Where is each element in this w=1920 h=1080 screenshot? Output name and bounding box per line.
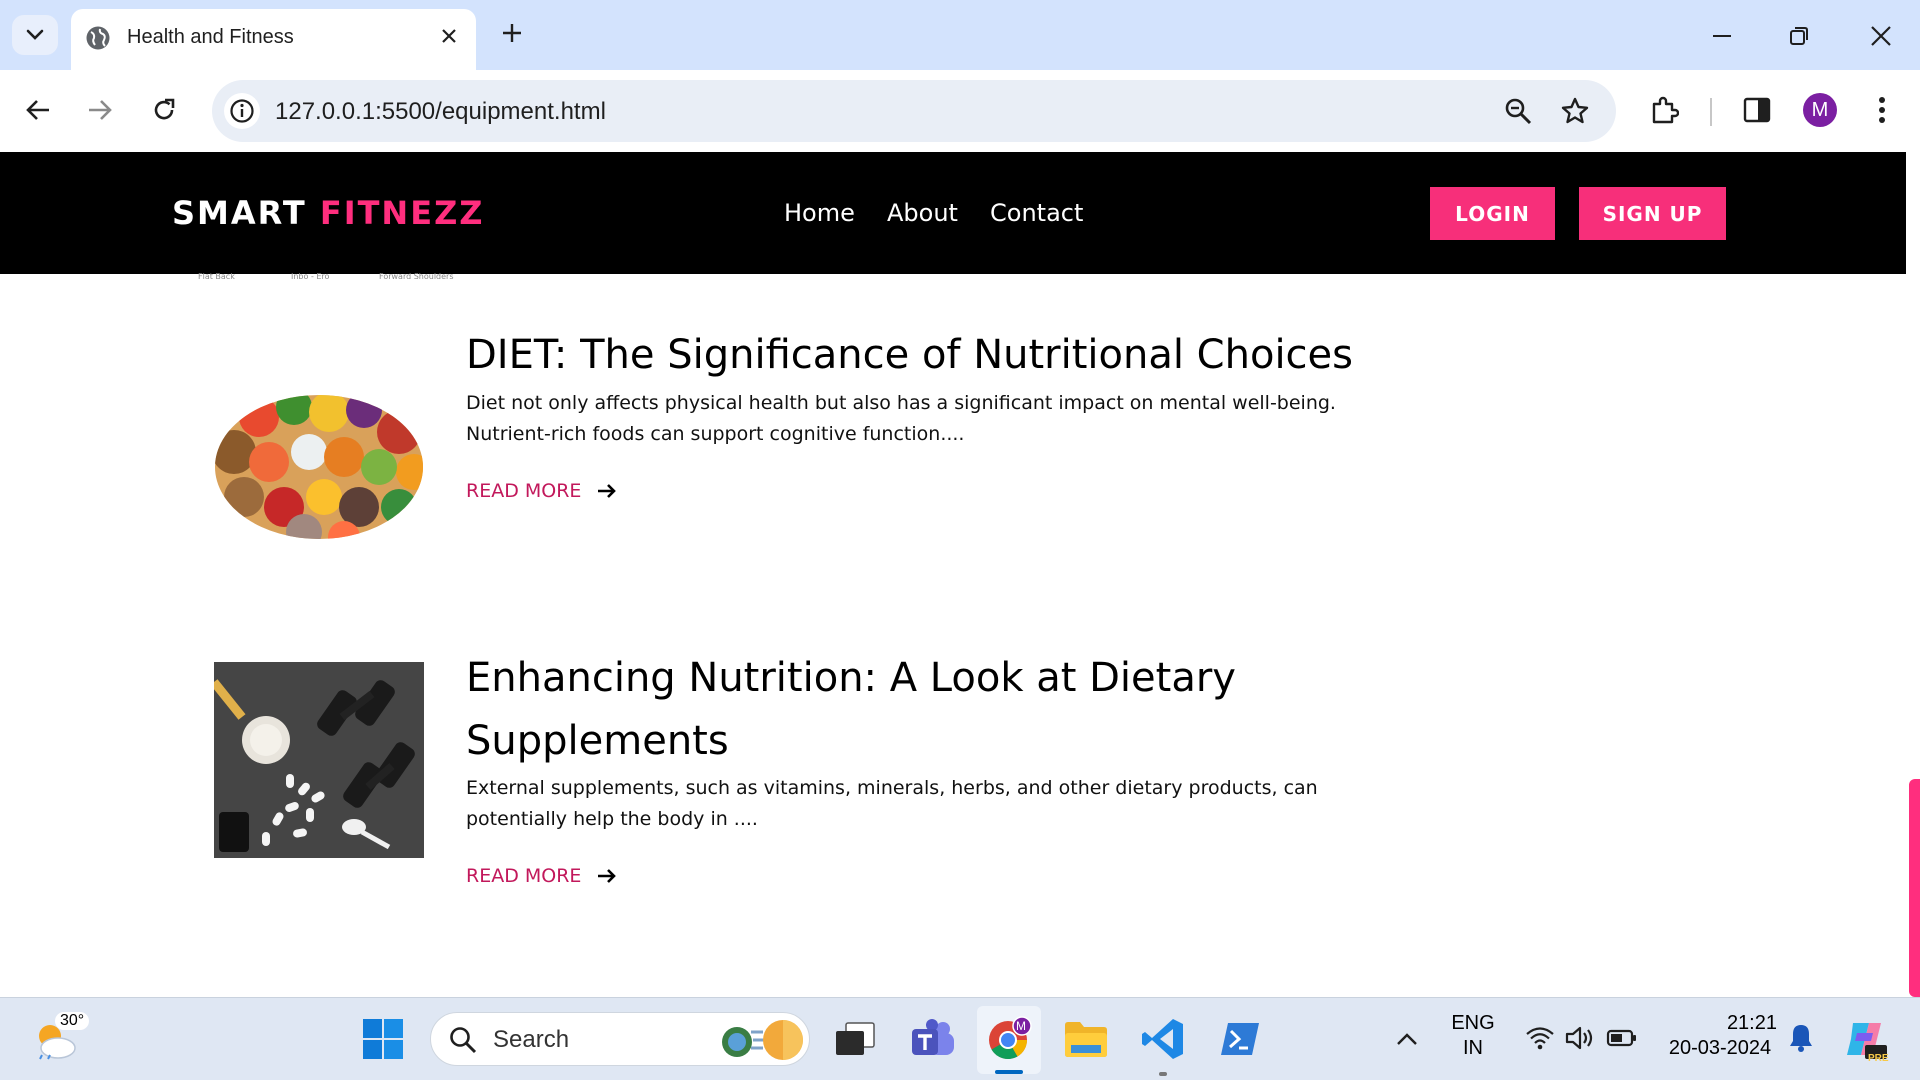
- vscode-app[interactable]: [1138, 1014, 1188, 1064]
- read-more-link[interactable]: READ MORE: [466, 865, 617, 887]
- battery-icon[interactable]: [1604, 1020, 1640, 1056]
- url-text[interactable]: 127.0.0.1:5500/equipment.html: [275, 98, 606, 126]
- read-more-link[interactable]: READ MORE: [466, 480, 617, 502]
- search-highlight-icon: [722, 1020, 803, 1060]
- supplements-dumbbells-image: [210, 662, 424, 858]
- arrow-left-icon: [26, 100, 49, 120]
- close-tab-icon[interactable]: [436, 23, 462, 49]
- partial-image-caption: Inbo - Ero: [291, 272, 330, 281]
- read-more-label: READ MORE: [466, 865, 582, 887]
- close-icon: [1871, 26, 1891, 46]
- search-icon: [450, 1027, 477, 1054]
- nav-about-link[interactable]: About: [887, 199, 958, 227]
- teams-icon: [912, 1019, 954, 1055]
- running-app-indicator: [1159, 1072, 1167, 1076]
- extensions-puzzle-icon[interactable]: [1644, 90, 1684, 130]
- back-button[interactable]: [18, 90, 58, 130]
- restore-icon: [1790, 27, 1808, 45]
- logo-text-smart: SMART: [172, 194, 307, 232]
- forward-button[interactable]: [80, 90, 120, 130]
- clock-time: 21:21: [1726, 1012, 1777, 1034]
- article-title: Enhancing Nutrition: A Look at Dietary S…: [466, 655, 1236, 764]
- partial-image-caption: Flat Back: [198, 272, 235, 281]
- windows-logo-icon: [363, 1019, 403, 1059]
- side-panel-icon[interactable]: [1737, 90, 1777, 130]
- partial-image-caption: Forward Shoulders: [379, 272, 454, 281]
- toolbar-divider: [1710, 98, 1712, 126]
- read-more-label: READ MORE: [466, 480, 582, 502]
- nav-contact-link[interactable]: Contact: [990, 199, 1083, 227]
- tab-title: Health and Fitness: [127, 26, 294, 48]
- globe-icon: [85, 25, 111, 55]
- site-info-icon[interactable]: [224, 93, 260, 129]
- article-image-supplements[interactable]: [210, 662, 424, 858]
- signup-button[interactable]: SIGN UP: [1579, 187, 1726, 240]
- arrow-right-icon: [89, 100, 112, 120]
- new-tab-button[interactable]: [494, 15, 530, 51]
- notifications-bell-icon[interactable]: [1784, 1020, 1818, 1056]
- page-viewport: SMART FITNEZZ Home About Contact LOGIN S…: [0, 152, 1920, 997]
- copilot-preview-badge: PRE: [1868, 1053, 1889, 1064]
- chrome-profile-badge: M: [1016, 1019, 1026, 1033]
- profile-avatar[interactable]: M: [1803, 93, 1837, 127]
- copilot-button[interactable]: PRE: [1840, 1012, 1890, 1066]
- chrome-app[interactable]: M: [985, 1014, 1033, 1064]
- reload-icon: [154, 98, 175, 120]
- browser-tab-active[interactable]: Health and Fitness: [71, 9, 476, 70]
- teams-app[interactable]: [907, 1014, 959, 1064]
- nav-home-link[interactable]: Home: [784, 199, 855, 227]
- language-code: ENG: [1451, 1012, 1495, 1034]
- bookmark-star-icon[interactable]: [1559, 95, 1591, 127]
- taskbar-search-box[interactable]: Search: [430, 1012, 810, 1066]
- arrow-right-icon: [598, 484, 617, 498]
- logo-text-fitnezz: FITNEZZ: [319, 194, 485, 232]
- tab-search-button[interactable]: [12, 15, 58, 55]
- weather-temperature: 30°: [55, 1012, 90, 1030]
- login-button[interactable]: LOGIN: [1430, 187, 1555, 240]
- powershell-app[interactable]: [1215, 1016, 1265, 1062]
- file-explorer-app[interactable]: [1061, 1016, 1111, 1062]
- healthy-food-image: [215, 395, 423, 539]
- chevron-down-icon: [26, 29, 44, 40]
- zoom-icon[interactable]: [1502, 95, 1534, 127]
- task-view-button[interactable]: [830, 1014, 880, 1064]
- folder-icon: [1065, 1022, 1107, 1057]
- clock-date: 20-03-2024: [1668, 1037, 1772, 1059]
- region-code: IN: [1463, 1037, 1483, 1059]
- article-title: DIET: The Significance of Nutritional Ch…: [466, 332, 1353, 378]
- minimize-button[interactable]: [1700, 14, 1744, 58]
- site-header: SMART FITNEZZ Home About Contact LOGIN S…: [0, 152, 1920, 274]
- site-logo[interactable]: SMART FITNEZZ: [172, 194, 484, 232]
- task-view-icon: [836, 1022, 875, 1055]
- close-window-button[interactable]: [1859, 14, 1903, 58]
- browser-toolbar: 127.0.0.1:5500/equipment.html M: [0, 70, 1920, 152]
- language-indicator[interactable]: ENG IN: [1448, 1012, 1498, 1060]
- article-image-diet[interactable]: [214, 382, 424, 552]
- more-menu-icon[interactable]: [1862, 90, 1902, 130]
- article-excerpt: External supplements, such as vitamins, …: [466, 777, 1318, 830]
- start-button[interactable]: [360, 1016, 406, 1062]
- page-scrollbar-thumb[interactable]: [1909, 779, 1920, 997]
- show-hidden-icons-button[interactable]: [1390, 1022, 1424, 1056]
- plus-icon: [503, 24, 521, 42]
- address-bar[interactable]: 127.0.0.1:5500/equipment.html: [212, 80, 1616, 142]
- wifi-icon[interactable]: [1522, 1020, 1558, 1056]
- windows-taskbar: 30° Search M ENG IN 21:21 20-03-2024 PRE: [0, 997, 1920, 1080]
- arrow-right-icon: [598, 869, 617, 883]
- powershell-icon: [1221, 1023, 1259, 1055]
- volume-icon[interactable]: [1562, 1020, 1598, 1056]
- browser-tab-bar: Health and Fitness: [0, 0, 1920, 70]
- restore-button[interactable]: [1777, 14, 1821, 58]
- minimize-icon: [1713, 35, 1731, 37]
- vscode-icon: [1142, 1019, 1183, 1059]
- article-excerpt: Diet not only affects physical health bu…: [466, 392, 1336, 445]
- clock[interactable]: 21:21 20-03-2024: [1655, 1012, 1785, 1060]
- active-app-indicator: [995, 1070, 1023, 1074]
- search-placeholder: Search: [493, 1026, 570, 1053]
- reload-button[interactable]: [144, 90, 184, 130]
- chevron-up-icon: [1397, 1033, 1417, 1045]
